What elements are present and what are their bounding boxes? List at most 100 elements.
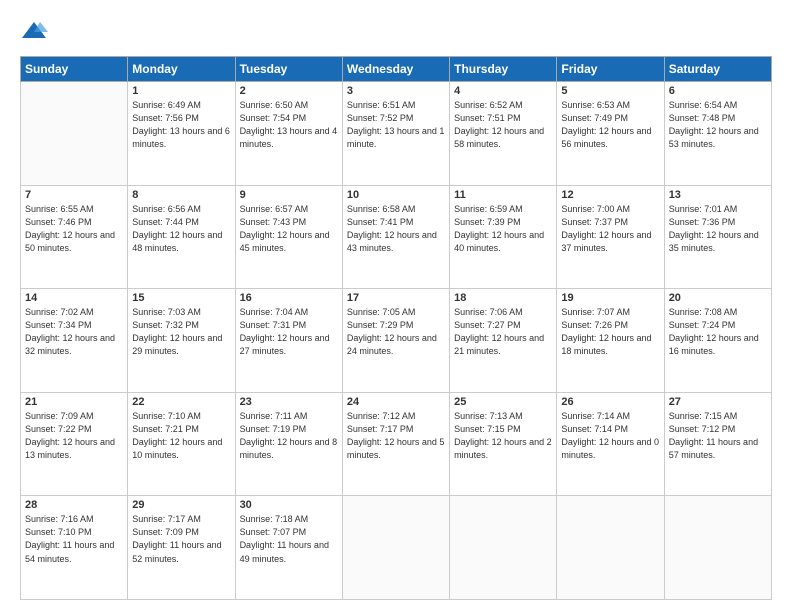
day-number: 3: [347, 85, 445, 97]
logo: [20, 18, 52, 46]
day-info: Sunrise: 7:03 AMSunset: 7:32 PMDaylight:…: [132, 306, 230, 358]
day-number: 10: [347, 189, 445, 201]
day-number: 20: [669, 292, 767, 304]
day-info: Sunrise: 7:18 AMSunset: 7:07 PMDaylight:…: [240, 513, 338, 565]
week-row-1: 1 Sunrise: 6:49 AMSunset: 7:56 PMDaylight…: [21, 82, 772, 186]
day-info: Sunrise: 6:55 AMSunset: 7:46 PMDaylight:…: [25, 203, 123, 255]
day-info: Sunrise: 7:07 AMSunset: 7:26 PMDaylight:…: [561, 306, 659, 358]
day-cell: 29Sunrise: 7:17 AMSunset: 7:09 PMDayligh…: [128, 496, 235, 600]
col-header-saturday: Saturday: [664, 57, 771, 82]
day-cell: 1 Sunrise: 6:49 AMSunset: 7:56 PMDaylight…: [128, 82, 235, 186]
day-info: Sunrise: 6:59 AMSunset: 7:39 PMDaylight:…: [454, 203, 552, 255]
day-cell: [450, 496, 557, 600]
day-info: Sunrise: 6:56 AMSunset: 7:44 PMDaylight:…: [132, 203, 230, 255]
col-header-thursday: Thursday: [450, 57, 557, 82]
day-number: 21: [25, 396, 123, 408]
day-cell: 15Sunrise: 7:03 AMSunset: 7:32 PMDayligh…: [128, 289, 235, 393]
day-info: Sunrise: 7:01 AMSunset: 7:36 PMDaylight:…: [669, 203, 767, 255]
day-info: Sunrise: 6:51 AMSunset: 7:52 PMDaylight:…: [347, 99, 445, 151]
day-info: Sunrise: 6:54 AMSunset: 7:48 PMDaylight:…: [669, 99, 767, 151]
week-row-3: 14Sunrise: 7:02 AMSunset: 7:34 PMDayligh…: [21, 289, 772, 393]
day-number: 7: [25, 189, 123, 201]
day-info: Sunrise: 6:50 AMSunset: 7:54 PMDaylight:…: [240, 99, 338, 151]
day-number: 26: [561, 396, 659, 408]
day-number: 9: [240, 189, 338, 201]
col-header-tuesday: Tuesday: [235, 57, 342, 82]
col-header-sunday: Sunday: [21, 57, 128, 82]
day-number: 18: [454, 292, 552, 304]
day-number: 19: [561, 292, 659, 304]
day-info: Sunrise: 7:14 AMSunset: 7:14 PMDaylight:…: [561, 410, 659, 462]
day-number: 16: [240, 292, 338, 304]
day-cell: 21 Sunrise: 7:09 AMSunset: 7:22 PMDayligh…: [21, 392, 128, 496]
day-cell: 28 Sunrise: 7:16 AMSunset: 7:10 PMDayligh…: [21, 496, 128, 600]
day-number: 1: [132, 85, 230, 97]
day-cell: [21, 82, 128, 186]
day-cell: 23 Sunrise: 7:11 AMSunset: 7:19 PMDayligh…: [235, 392, 342, 496]
day-number: 24: [347, 396, 445, 408]
day-number: 6: [669, 85, 767, 97]
day-info: Sunrise: 6:58 AMSunset: 7:41 PMDaylight:…: [347, 203, 445, 255]
day-number: 25: [454, 396, 552, 408]
week-row-5: 28 Sunrise: 7:16 AMSunset: 7:10 PMDayligh…: [21, 496, 772, 600]
day-cell: 6 Sunrise: 6:54 AMSunset: 7:48 PMDaylight…: [664, 82, 771, 186]
calendar-table: SundayMondayTuesdayWednesdayThursdayFrid…: [20, 56, 772, 600]
day-info: Sunrise: 7:09 AMSunset: 7:22 PMDaylight:…: [25, 410, 123, 462]
day-cell: 25 Sunrise: 7:13 AMSunset: 7:15 PMDayligh…: [450, 392, 557, 496]
day-info: Sunrise: 7:05 AMSunset: 7:29 PMDaylight:…: [347, 306, 445, 358]
day-cell: 16 Sunrise: 7:04 AMSunset: 7:31 PMDayligh…: [235, 289, 342, 393]
day-info: Sunrise: 7:15 AMSunset: 7:12 PMDaylight:…: [669, 410, 767, 462]
day-number: 23: [240, 396, 338, 408]
day-cell: 24 Sunrise: 7:12 AMSunset: 7:17 PMDayligh…: [342, 392, 449, 496]
day-number: 17: [347, 292, 445, 304]
logo-icon: [20, 18, 48, 46]
day-number: 5: [561, 85, 659, 97]
day-cell: 3 Sunrise: 6:51 AMSunset: 7:52 PMDaylight…: [342, 82, 449, 186]
page: SundayMondayTuesdayWednesdayThursdayFrid…: [0, 0, 792, 612]
day-number: 22: [132, 396, 230, 408]
day-cell: 5Sunrise: 6:53 AMSunset: 7:49 PMDaylight…: [557, 82, 664, 186]
day-cell: 20 Sunrise: 7:08 AMSunset: 7:24 PMDayligh…: [664, 289, 771, 393]
col-header-wednesday: Wednesday: [342, 57, 449, 82]
day-cell: 18 Sunrise: 7:06 AMSunset: 7:27 PMDayligh…: [450, 289, 557, 393]
day-number: 12: [561, 189, 659, 201]
day-cell: [557, 496, 664, 600]
day-info: Sunrise: 7:11 AMSunset: 7:19 PMDaylight:…: [240, 410, 338, 462]
day-info: Sunrise: 6:52 AMSunset: 7:51 PMDaylight:…: [454, 99, 552, 151]
day-info: Sunrise: 7:04 AMSunset: 7:31 PMDaylight:…: [240, 306, 338, 358]
day-cell: [342, 496, 449, 600]
day-cell: 7 Sunrise: 6:55 AMSunset: 7:46 PMDaylight…: [21, 185, 128, 289]
day-cell: 12 Sunrise: 7:00 AMSunset: 7:37 PMDayligh…: [557, 185, 664, 289]
day-info: Sunrise: 7:13 AMSunset: 7:15 PMDaylight:…: [454, 410, 552, 462]
day-cell: 27Sunrise: 7:15 AMSunset: 7:12 PMDayligh…: [664, 392, 771, 496]
day-number: 2: [240, 85, 338, 97]
week-row-2: 7 Sunrise: 6:55 AMSunset: 7:46 PMDaylight…: [21, 185, 772, 289]
day-info: Sunrise: 7:06 AMSunset: 7:27 PMDaylight:…: [454, 306, 552, 358]
day-cell: 22 Sunrise: 7:10 AMSunset: 7:21 PMDayligh…: [128, 392, 235, 496]
day-info: Sunrise: 7:16 AMSunset: 7:10 PMDaylight:…: [25, 513, 123, 565]
day-cell: [664, 496, 771, 600]
day-cell: 26 Sunrise: 7:14 AMSunset: 7:14 PMDayligh…: [557, 392, 664, 496]
day-number: 13: [669, 189, 767, 201]
day-cell: 10 Sunrise: 6:58 AMSunset: 7:41 PMDayligh…: [342, 185, 449, 289]
day-info: Sunrise: 6:49 AMSunset: 7:56 PMDaylight:…: [132, 99, 230, 151]
day-cell: 13 Sunrise: 7:01 AMSunset: 7:36 PMDayligh…: [664, 185, 771, 289]
col-header-monday: Monday: [128, 57, 235, 82]
day-info: Sunrise: 7:10 AMSunset: 7:21 PMDaylight:…: [132, 410, 230, 462]
day-number: 28: [25, 499, 123, 511]
day-cell: 8 Sunrise: 6:56 AMSunset: 7:44 PMDaylight…: [128, 185, 235, 289]
day-cell: 14Sunrise: 7:02 AMSunset: 7:34 PMDayligh…: [21, 289, 128, 393]
day-number: 8: [132, 189, 230, 201]
day-info: Sunrise: 7:12 AMSunset: 7:17 PMDaylight:…: [347, 410, 445, 462]
day-cell: 17 Sunrise: 7:05 AMSunset: 7:29 PMDayligh…: [342, 289, 449, 393]
day-number: 11: [454, 189, 552, 201]
col-header-friday: Friday: [557, 57, 664, 82]
day-cell: 4 Sunrise: 6:52 AMSunset: 7:51 PMDaylight…: [450, 82, 557, 186]
day-number: 4: [454, 85, 552, 97]
day-info: Sunrise: 7:08 AMSunset: 7:24 PMDaylight:…: [669, 306, 767, 358]
day-cell: 9Sunrise: 6:57 AMSunset: 7:43 PMDaylight…: [235, 185, 342, 289]
header: [20, 18, 772, 46]
day-cell: 30Sunrise: 7:18 AMSunset: 7:07 PMDayligh…: [235, 496, 342, 600]
day-info: Sunrise: 7:17 AMSunset: 7:09 PMDaylight:…: [132, 513, 230, 565]
day-info: Sunrise: 7:00 AMSunset: 7:37 PMDaylight:…: [561, 203, 659, 255]
